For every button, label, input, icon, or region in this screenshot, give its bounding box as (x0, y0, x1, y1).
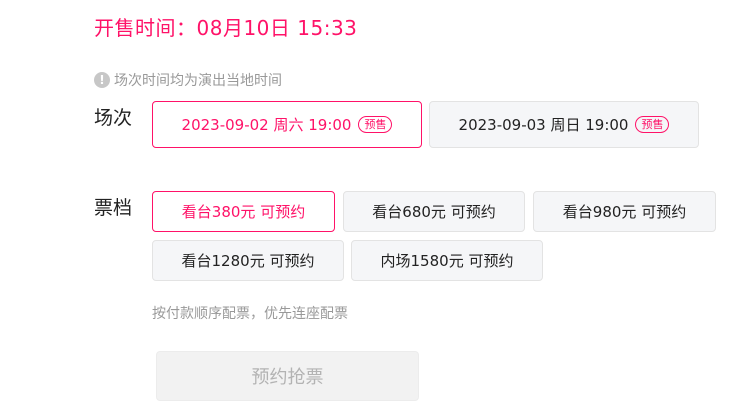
seat-allocation-note: 按付款顺序配票，优先连座配票 (152, 306, 348, 322)
price-option-380[interactable]: 看台380元 可预约 (152, 191, 335, 232)
sale-time: 开售时间：08月10日 15:33 (94, 16, 358, 40)
session-date: 2023-09-03 周日 19:00 (458, 116, 629, 134)
info-icon: ! (94, 72, 110, 88)
price-option-680[interactable]: 看台680元 可预约 (343, 191, 525, 232)
price-label: 票档 (94, 197, 133, 219)
timezone-tip-text: 场次时间均为演出当地时间 (114, 73, 282, 89)
presale-badge: 预售 (358, 116, 393, 133)
session-date: 2023-09-02 周六 19:00 (181, 116, 352, 134)
reserve-button[interactable]: 预约抢票 (156, 351, 419, 401)
price-option-980[interactable]: 看台980元 可预约 (533, 191, 716, 232)
price-option-1580[interactable]: 内场1580元 可预约 (351, 240, 543, 281)
presale-badge: 预售 (635, 116, 670, 133)
session-option-2[interactable]: 2023-09-03 周日 19:00 预售 (429, 101, 699, 148)
timezone-tip: ! 场次时间均为演出当地时间 (94, 70, 282, 90)
session-option-1[interactable]: 2023-09-02 周六 19:00 预售 (152, 101, 422, 148)
price-option-1280[interactable]: 看台1280元 可预约 (152, 240, 344, 281)
session-label: 场次 (94, 107, 133, 129)
